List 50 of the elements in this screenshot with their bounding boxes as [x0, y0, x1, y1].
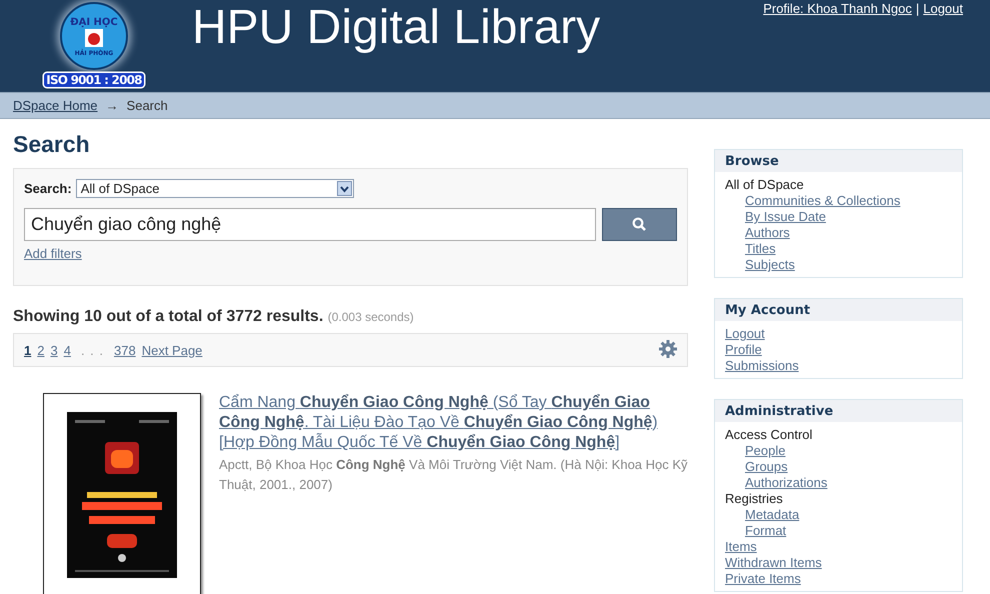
page-link[interactable]: 378 [114, 342, 136, 358]
certification-badge: ISO 9001 : 2008 [44, 73, 144, 87]
next-page-link[interactable]: Next Page [142, 342, 202, 358]
sidebar-link[interactable]: Communities & Collections [745, 193, 900, 208]
page-title: Search [13, 131, 91, 158]
profile-link[interactable]: Profile: Khoa Thanh Ngoc [763, 1, 912, 16]
pagination-ellipsis: . . . [80, 342, 104, 358]
sidebar-link[interactable]: Items [725, 539, 757, 554]
sidebar-link[interactable]: Format [745, 523, 786, 538]
panel-title: My Account [715, 299, 962, 321]
sidebar-link[interactable]: Submissions [725, 358, 799, 373]
breadcrumb-current: Search [126, 98, 168, 113]
panel-title: Browse [715, 150, 962, 172]
sidebar-link[interactable]: Metadata [745, 507, 800, 522]
sidebar-link[interactable]: People [745, 443, 786, 458]
sidebar-link[interactable]: Subjects [745, 257, 795, 272]
add-filters-link[interactable]: Add filters [24, 246, 82, 261]
scope-label: Search: [24, 181, 72, 196]
results-summary: Showing 10 out of a total of 3772 results. (0.003 seconds) [13, 308, 415, 326]
settings-icon[interactable] [659, 340, 677, 358]
search-button[interactable] [602, 208, 677, 241]
scope-dropdown[interactable]: All of DSpace [76, 179, 354, 198]
logout-link[interactable]: Logout [923, 1, 963, 16]
sidebar-link[interactable]: Withdrawn Items [725, 555, 822, 570]
search-field[interactable]: Chuyển giao công nghệ [24, 208, 596, 241]
sidebar-link[interactable]: By Issue Date [745, 209, 826, 224]
breadcrumb-link[interactable]: DSpace Home [13, 98, 98, 113]
sidebar-link[interactable]: Authors [745, 225, 790, 240]
sidebar-link[interactable]: Logout [725, 326, 765, 341]
sidebar-link[interactable]: Private Items [725, 571, 801, 586]
result-title-link[interactable]: Cẩm Nang Chuyển Giao Công Nghệ (Sổ Tay Chuyển Giao Công Nghệ. Tài Liệu Đào Tạo Về Chuyển Giao Công Nghệ) [Hợp Đồng Mẫu Quốc Tế Về Chuyển Giao Công Nghệ] [219, 393, 688, 453]
panel-title: Administrative [715, 400, 962, 422]
sidebar-heading: All of DSpace [725, 177, 804, 192]
site-title: HPU Digital Library [192, 0, 600, 56]
sidebar-heading: Registries [725, 491, 783, 506]
breadcrumb-separator: → [106, 98, 119, 113]
link-separator: | [916, 1, 920, 16]
page-link[interactable]: 1 [24, 342, 32, 358]
page-link[interactable]: 4 [64, 342, 71, 358]
logo-text: ĐẠI HỌC [70, 17, 118, 28]
sidebar-heading: Access Control [725, 427, 812, 442]
page-link[interactable]: 2 [37, 342, 44, 358]
sidebar-link[interactable]: Profile [725, 342, 762, 357]
sidebar-link[interactable]: Titles [745, 241, 776, 256]
result-metadata: Apctt, Bộ Khoa Học Công Nghệ Và Môi Trường Việt Nam. (Hà Nội: Khoa Học Kỹ Thuật, 2001., 2007) [219, 456, 688, 494]
sidebar-link[interactable]: Groups [745, 459, 788, 474]
book-icon [84, 28, 104, 48]
search-icon [632, 217, 648, 232]
sidebar-link[interactable]: Authorizations [745, 475, 828, 490]
page-link[interactable]: 3 [50, 342, 58, 358]
